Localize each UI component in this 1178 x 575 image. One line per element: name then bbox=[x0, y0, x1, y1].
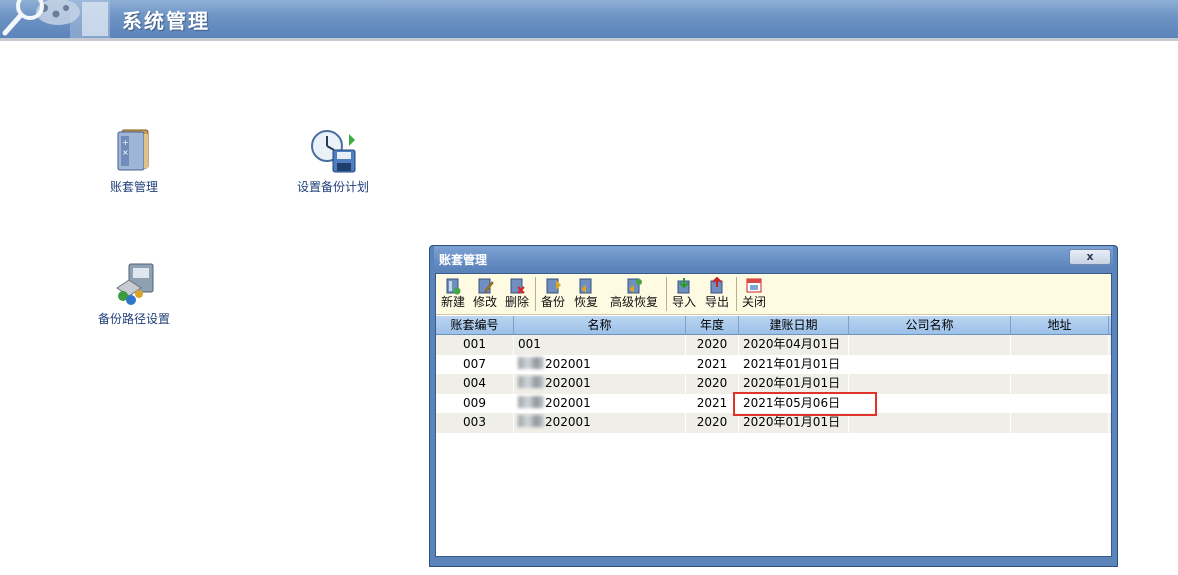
account-management-dialog: 账套管理 x 新建 修改 删除 备份 恢复 高级恢复 导入 导出 关闭 账套编号… bbox=[429, 245, 1118, 567]
cell-company bbox=[849, 413, 1011, 433]
cell-name: 202001 bbox=[514, 393, 686, 413]
edit-icon bbox=[478, 278, 494, 294]
cell-date: 2020年04月01日 bbox=[739, 335, 849, 355]
table-row[interactable]: 001 001 2020 2020年04月01日 bbox=[436, 335, 1111, 355]
cell-year: 2020 bbox=[686, 374, 739, 394]
export-icon bbox=[710, 277, 723, 294]
backup-icon bbox=[546, 278, 561, 294]
cell-id: 009 bbox=[436, 393, 514, 413]
cell-date: 2021年05月06日 bbox=[739, 393, 849, 413]
cell-company bbox=[849, 393, 1011, 413]
redacted-text bbox=[518, 376, 544, 388]
backup-schedule-shortcut[interactable]: 设置备份计划 bbox=[288, 126, 378, 195]
delete-icon bbox=[510, 278, 525, 294]
table-row[interactable]: 009 202001 2021 2021年05月06日 bbox=[436, 393, 1111, 413]
cell-company bbox=[849, 374, 1011, 394]
toolbar-separator bbox=[666, 277, 667, 311]
cell-name: 202001 bbox=[514, 413, 686, 433]
table-header: 账套编号 名称 年度 建账日期 公司名称 地址 bbox=[436, 316, 1111, 335]
cell-address bbox=[1011, 374, 1109, 394]
backup-path-label: 备份路径设置 bbox=[97, 312, 170, 326]
import-button[interactable]: 导入 bbox=[669, 275, 699, 313]
column-header[interactable]: 地址 bbox=[1011, 316, 1109, 334]
export-button[interactable]: 导出 bbox=[702, 275, 732, 313]
restore-button[interactable]: 恢复 bbox=[570, 275, 602, 313]
table-row[interactable]: 004 202001 2020 2020年01月01日 bbox=[436, 374, 1111, 394]
svg-text:×: × bbox=[122, 148, 129, 157]
advanced-restore-button[interactable]: 高级恢复 bbox=[606, 275, 662, 313]
delete-button[interactable]: 删除 bbox=[502, 275, 532, 313]
edit-button[interactable]: 修改 bbox=[470, 275, 500, 313]
import-icon bbox=[677, 278, 690, 294]
backup-path-shortcut[interactable]: 备份路径设置 bbox=[92, 262, 176, 327]
cell-name: 202001 bbox=[514, 374, 686, 394]
account-book-icon: + × bbox=[117, 129, 149, 171]
backup-path-icon bbox=[116, 263, 154, 305]
new-button[interactable]: 新建 bbox=[438, 275, 468, 313]
cell-address bbox=[1011, 413, 1109, 433]
restore-icon bbox=[579, 278, 592, 294]
column-header[interactable]: 账套编号 bbox=[436, 316, 514, 334]
cell-name: 001 bbox=[514, 335, 686, 355]
redacted-text bbox=[518, 356, 544, 369]
table-row[interactable]: 007 202001 2021 2021年01月01日 bbox=[436, 354, 1111, 374]
dialog-body: 新建 修改 删除 备份 恢复 高级恢复 导入 导出 关闭 账套编号 名称 年度 … bbox=[435, 273, 1112, 557]
dialog-title: 账套管理 bbox=[439, 253, 488, 267]
cell-id: 007 bbox=[436, 354, 514, 374]
cell-year: 2020 bbox=[686, 413, 739, 433]
cell-id: 004 bbox=[436, 374, 514, 394]
backup-schedule-label: 设置备份计划 bbox=[296, 180, 369, 194]
page-title: 系统管理 bbox=[122, 9, 210, 33]
account-table: 账套编号 名称 年度 建账日期 公司名称 地址 001 001 2020 202… bbox=[436, 316, 1111, 433]
dialog-toolbar: 新建 修改 删除 备份 恢复 高级恢复 导入 导出 关闭 bbox=[436, 274, 1111, 315]
dialog-close-button[interactable]: x bbox=[1069, 249, 1111, 265]
new-account-icon bbox=[446, 278, 461, 295]
close-window-icon bbox=[746, 278, 762, 293]
advanced-restore-icon bbox=[627, 278, 642, 294]
cell-address bbox=[1011, 354, 1109, 374]
cell-company bbox=[849, 335, 1011, 355]
toolbar-separator bbox=[535, 277, 536, 311]
redacted-text bbox=[518, 395, 544, 408]
toolbar-separator bbox=[736, 277, 737, 311]
cell-id: 001 bbox=[436, 335, 514, 355]
table-row[interactable]: 003 202001 2020 2020年01月01日 bbox=[436, 413, 1111, 433]
column-header[interactable]: 建账日期 bbox=[739, 316, 849, 334]
clock-floppy-icon bbox=[311, 130, 356, 173]
cell-id: 003 bbox=[436, 413, 514, 433]
account-management-label: 账套管理 bbox=[109, 180, 158, 194]
cell-date: 2020年01月01日 bbox=[739, 413, 849, 433]
account-management-shortcut[interactable]: + × 账套管理 bbox=[100, 126, 168, 195]
close-button[interactable]: 关闭 bbox=[739, 275, 769, 313]
cell-address bbox=[1011, 335, 1109, 355]
column-header[interactable]: 名称 bbox=[514, 316, 686, 334]
column-header[interactable]: 年度 bbox=[686, 316, 739, 334]
backup-button[interactable]: 备份 bbox=[538, 275, 568, 313]
cell-date: 2021年01月01日 bbox=[739, 354, 849, 374]
cell-company bbox=[849, 354, 1011, 374]
dialog-titlebar[interactable]: 账套管理 x bbox=[434, 246, 1113, 270]
app-header: 系统管理 bbox=[0, 0, 1178, 41]
cell-name: 202001 bbox=[514, 354, 686, 374]
cell-year: 2021 bbox=[686, 354, 739, 374]
svg-text:+: + bbox=[122, 138, 129, 147]
cell-date: 2020年01月01日 bbox=[739, 374, 849, 394]
column-header[interactable]: 公司名称 bbox=[849, 316, 1011, 334]
cell-year: 2020 bbox=[686, 335, 739, 355]
magnifier-logo-icon bbox=[2, 0, 110, 38]
cell-address bbox=[1011, 393, 1109, 413]
redacted-text bbox=[518, 415, 544, 427]
cell-year: 2021 bbox=[686, 393, 739, 413]
